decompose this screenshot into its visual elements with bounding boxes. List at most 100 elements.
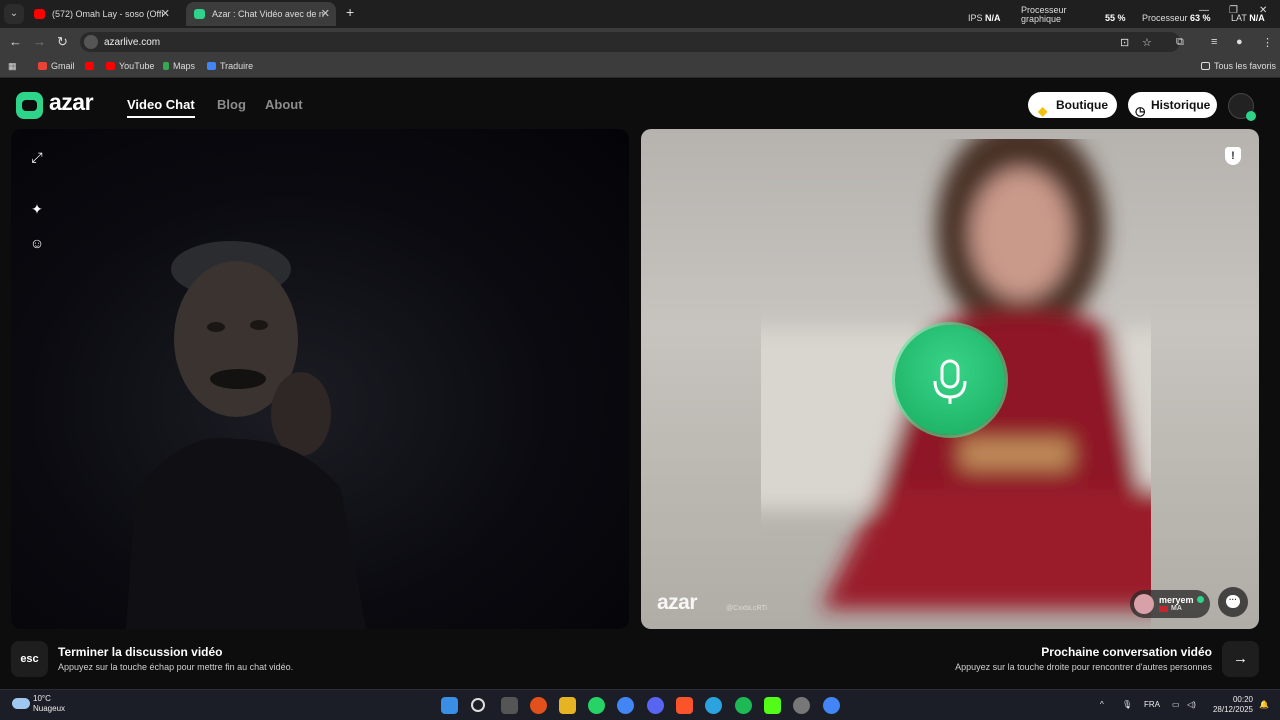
user-avatar[interactable]	[1228, 93, 1256, 121]
apps-grid-icon[interactable]: ▦	[8, 61, 17, 72]
url-text[interactable]: azarlive.com	[104, 37, 160, 48]
nav-blog[interactable]: Blog	[217, 97, 246, 112]
online-dot	[1246, 111, 1256, 121]
verified-icon	[1197, 596, 1204, 603]
local-video: ⤢ ✦ ☺	[11, 129, 629, 629]
install-app-icon[interactable]: ⊡	[1120, 36, 1129, 49]
omnibox[interactable]	[80, 32, 1180, 52]
chat-button[interactable]: ···	[1218, 587, 1248, 617]
microphone-icon	[933, 359, 967, 404]
remote-user-name: meryem	[1159, 595, 1194, 605]
address-toolbar: ← → ↻ azarlive.com ⊡ ☆ ⧉ ≡ ● ⋮	[0, 28, 1280, 56]
youtube-icon	[106, 62, 115, 70]
maps-pin-icon	[163, 62, 169, 70]
face-filter-icon[interactable]: ☺	[29, 235, 45, 251]
expand-icon[interactable]: ⤢	[29, 149, 45, 165]
back-icon[interactable]: ←	[9, 34, 22, 49]
site-info-icon[interactable]	[84, 35, 98, 49]
network-icon[interactable]: ▭	[1172, 700, 1180, 709]
minimize-icon[interactable]: —	[1199, 5, 1209, 16]
all-bookmarks[interactable]: Tous les favoris	[1201, 61, 1276, 71]
history-button[interactable]: ◷ Historique	[1128, 92, 1217, 118]
azar-page: azar Video Chat Blog About ◆ Boutique ◷ …	[0, 79, 1280, 689]
report-icon[interactable]: !	[1225, 147, 1241, 165]
bookmark-youtube[interactable]: YouTube	[106, 61, 154, 71]
chat-bubble-icon: ···	[1226, 595, 1240, 608]
profile-icon[interactable]: ●	[1236, 36, 1243, 48]
nav-about[interactable]: About	[265, 97, 303, 112]
extensions-icon[interactable]: ⧉	[1176, 36, 1184, 49]
close-tab-icon[interactable]: ✕	[321, 2, 330, 26]
app-gray-icon[interactable]	[793, 697, 810, 714]
next-chat-subtitle: Appuyez sur la touche droite pour rencon…	[955, 662, 1212, 672]
brave-icon[interactable]	[676, 697, 693, 714]
translate-icon	[207, 62, 216, 70]
telegram-icon[interactable]	[705, 697, 722, 714]
app-green-icon[interactable]	[764, 697, 781, 714]
tray-mic-icon[interactable]: 🎙	[1122, 700, 1132, 709]
volume-icon[interactable]: ◁)	[1187, 700, 1196, 709]
tray-chevron-icon[interactable]: ^	[1100, 700, 1104, 709]
tab-title: Azar : Chat Vidéo avec de n	[212, 9, 324, 19]
mic-button[interactable]	[895, 325, 1005, 435]
esc-button[interactable]: esc	[11, 641, 48, 677]
ips-readout: IPS N/A	[968, 13, 1001, 23]
bookmark-youtube-short[interactable]	[85, 61, 98, 71]
weather-widget[interactable]: 10°C Nuageux	[33, 694, 65, 714]
close-window-icon[interactable]: ✕	[1259, 5, 1267, 16]
remote-user-pill[interactable]: meryem MA	[1130, 590, 1210, 618]
bookmark-maps[interactable]: Maps	[163, 61, 195, 71]
system-clock[interactable]: 00:20 28/12/2025	[1209, 695, 1253, 715]
gpu-value: 55 %	[1105, 13, 1126, 23]
discord-icon[interactable]	[647, 697, 664, 714]
tab-youtube[interactable]: (572) Omah Lay - soso (Offi ✕	[26, 2, 176, 26]
reload-icon[interactable]: ↻	[57, 34, 68, 50]
end-chat-title: Terminer la discussion vidéo	[58, 645, 223, 659]
folder-icon	[1201, 62, 1210, 70]
windows-start-icon[interactable]	[441, 697, 458, 714]
input-language[interactable]: FRA	[1144, 700, 1160, 709]
bookmark-traduire[interactable]: Traduire	[207, 61, 253, 71]
whatsapp-icon[interactable]	[588, 697, 605, 714]
spotify-icon[interactable]	[735, 697, 752, 714]
next-chat-title: Prochaine conversation vidéo	[1041, 645, 1212, 659]
azar-logo-icon[interactable]	[16, 92, 43, 119]
azar-icon	[194, 9, 205, 19]
morocco-flag-icon	[1159, 606, 1168, 612]
new-tab-button[interactable]: +	[346, 4, 354, 20]
azar-logo-text[interactable]: azar	[49, 89, 94, 116]
notification-bell-icon[interactable]: 🔔	[1259, 700, 1269, 709]
remote-user-avatar	[1134, 594, 1154, 614]
cloud-icon[interactable]	[12, 698, 30, 709]
next-arrow-button[interactable]: →	[1222, 641, 1259, 677]
bookmark-star-icon[interactable]: ☆	[1142, 36, 1152, 49]
tab-search-button[interactable]: ⌄	[4, 4, 24, 24]
restore-icon[interactable]: ❐	[1229, 5, 1238, 16]
youtube-icon	[34, 9, 45, 19]
forward-icon[interactable]: →	[33, 34, 46, 49]
end-chat-subtitle: Appuyez sur la touche échap pour mettre …	[58, 662, 294, 672]
effects-sparkle-icon[interactable]: ✦	[29, 201, 45, 217]
watermark-code: @CxxbLcRTi	[726, 605, 767, 612]
search-icon[interactable]	[471, 698, 485, 712]
browser-tab-bar: ⌄ (572) Omah Lay - soso (Offi ✕ Azar : C…	[0, 0, 1280, 28]
chrome-icon[interactable]	[617, 697, 634, 714]
menu-kebab-icon[interactable]: ⋮	[1262, 36, 1273, 49]
close-tab-icon[interactable]: ✕	[161, 2, 170, 26]
diamond-icon: ◆	[1038, 104, 1048, 118]
bookmarks-bar: ▦ Gmail YouTube Maps Traduire Tous les f…	[0, 56, 1280, 78]
remote-user-country: MA	[1171, 605, 1182, 612]
tab-title: (572) Omah Lay - soso (Offi	[52, 9, 164, 19]
chrome-profile-icon[interactable]	[823, 697, 840, 714]
nav-video-chat[interactable]: Video Chat	[127, 97, 195, 112]
tab-azar[interactable]: Azar : Chat Vidéo avec de n ✕	[186, 2, 336, 26]
azar-watermark: azar	[657, 591, 698, 614]
file-explorer-icon[interactable]	[559, 697, 576, 714]
shop-button[interactable]: ◆ Boutique	[1028, 92, 1117, 118]
app-orange-icon[interactable]	[530, 697, 547, 714]
task-view-icon[interactable]	[501, 697, 518, 714]
media-control-icon[interactable]: ≡	[1211, 36, 1217, 48]
remote-video: ! azar @CxxbLcRTi meryem MA ···	[641, 129, 1259, 629]
clock-icon: ◷	[1135, 104, 1146, 118]
bookmark-gmail[interactable]: Gmail	[38, 61, 75, 71]
